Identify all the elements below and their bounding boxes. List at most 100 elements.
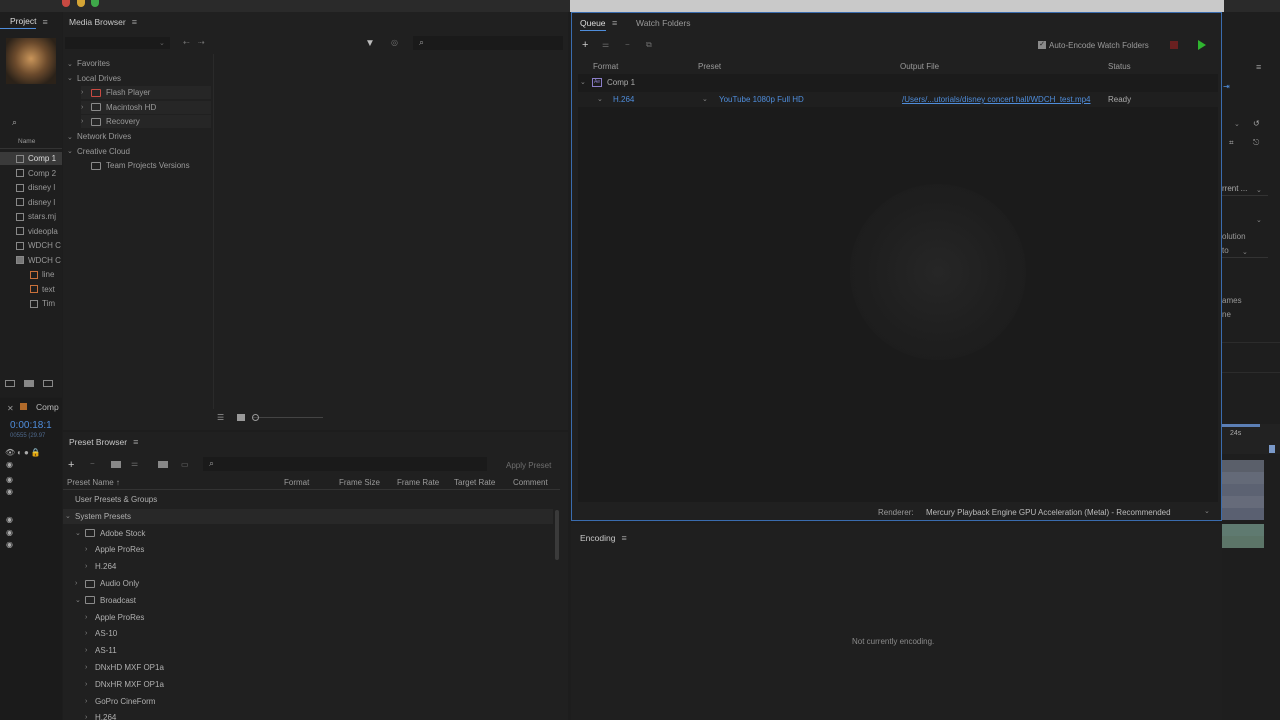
media-search-input[interactable] — [413, 36, 563, 50]
chevron-down-icon[interactable]: ⌄ — [580, 78, 590, 86]
visibility-icon[interactable]: ◉ — [6, 528, 13, 537]
preset-item[interactable]: User Presets & Groups — [63, 492, 553, 507]
chevron-right-icon[interactable]: › — [85, 546, 95, 553]
tree-item[interactable]: ⌄ Local Drives — [67, 72, 212, 85]
project-item[interactable]: text — [30, 285, 55, 294]
preset-item[interactable]: › Audio Only — [63, 576, 553, 591]
preset-link[interactable]: YouTube 1080p Full HD — [719, 95, 804, 104]
stop-queue-icon[interactable] — [1170, 41, 1178, 49]
chevron-down-icon[interactable]: ⌄ — [67, 147, 77, 155]
menu-icon[interactable]: ≡ — [132, 17, 137, 27]
column-preset-name[interactable]: Preset Name ↑ — [67, 478, 120, 487]
preset-item[interactable]: › Apple ProRes — [63, 542, 553, 557]
visibility-icon[interactable]: ◉ — [6, 475, 13, 484]
output-file-link[interactable]: /Users/...utorials/disney concert hall/W… — [902, 95, 1091, 104]
search-icon[interactable]: ⌕ — [209, 458, 214, 469]
minimize-window-icon[interactable] — [77, 0, 85, 7]
visibility-icon[interactable]: ◉ — [6, 540, 13, 549]
tree-item[interactable]: › Flash Player — [81, 86, 211, 100]
filter-icon[interactable]: ▼ — [365, 38, 375, 49]
preset-item[interactable]: › H.264 — [63, 710, 553, 720]
timeline-tab[interactable]: Comp — [36, 402, 59, 412]
preset-item[interactable]: › DNxHD MXF OP1a — [63, 660, 553, 675]
chevron-right-icon[interactable]: › — [85, 563, 95, 570]
chevron-down-icon[interactable]: ⌄ — [65, 512, 75, 520]
project-item[interactable]: WDCH C — [16, 256, 61, 265]
folder-icon[interactable] — [24, 380, 34, 387]
project-item[interactable]: Comp 1 — [16, 154, 56, 163]
menu-icon[interactable]: ≡ — [42, 17, 47, 27]
visibility-icon[interactable]: ◉ — [6, 515, 13, 524]
chevron-down-icon[interactable]: ⌄ — [67, 74, 77, 82]
chevron-right-icon[interactable]: › — [85, 664, 95, 671]
reset-icon[interactable]: ↺ — [1253, 119, 1260, 128]
chevron-down-icon[interactable]: ⌄ — [1242, 248, 1248, 256]
visibility-icon[interactable]: ◉ — [6, 460, 13, 469]
tree-item[interactable]: ⌄ Favorites — [67, 57, 212, 70]
chevron-down-icon[interactable]: ⌄ — [75, 529, 85, 537]
preset-item[interactable]: ⌄ Adobe Stock — [63, 526, 553, 541]
preset-item[interactable]: › AS-11 — [63, 643, 553, 658]
menu-icon[interactable]: ≡ — [1256, 62, 1261, 72]
tab-watch-folders[interactable]: Watch Folders — [636, 18, 690, 28]
column-format[interactable]: Format — [284, 478, 309, 487]
chevron-down-icon[interactable]: ⌄ — [75, 596, 85, 604]
search-icon[interactable]: ⌕ — [419, 37, 424, 48]
chevron-right-icon[interactable]: › — [85, 698, 95, 705]
back-icon[interactable]: ⇠ — [183, 38, 190, 47]
export-icon[interactable]: ▭ — [181, 460, 189, 469]
project-item[interactable]: stars.mj — [16, 212, 56, 221]
column-comment[interactable]: Comment — [513, 478, 548, 487]
menu-icon[interactable]: ≡ — [133, 437, 138, 447]
tree-item[interactable]: ⌄ Creative Cloud — [67, 145, 212, 158]
settings-icon[interactable]: ⚌ — [602, 40, 609, 49]
project-item[interactable]: Tim — [30, 299, 55, 308]
menu-icon[interactable]: ≡ — [621, 533, 626, 543]
chevron-right-icon[interactable]: › — [85, 630, 95, 637]
project-item[interactable]: disney l — [16, 198, 55, 207]
project-item[interactable]: Comp 2 — [16, 169, 56, 178]
list-view-icon[interactable] — [5, 380, 15, 387]
group-icon[interactable] — [111, 461, 121, 468]
preset-item[interactable]: ⌄ Broadcast — [63, 593, 553, 608]
chevron-down-icon[interactable]: ⌄ — [597, 95, 603, 103]
project-item[interactable]: WDCH C — [16, 241, 61, 250]
project-item[interactable]: videopla — [16, 227, 58, 236]
export-icon[interactable]: ⎋ — [1253, 138, 1259, 148]
chevron-down-icon[interactable]: ⌄ — [67, 133, 77, 141]
column-preset[interactable]: Preset — [698, 62, 721, 71]
chevron-right-icon[interactable]: › — [75, 580, 85, 587]
crop-icon[interactable]: ⌗ — [1229, 138, 1234, 148]
column-frame-size[interactable]: Frame Size — [339, 478, 380, 487]
project-item[interactable]: line — [30, 270, 54, 279]
chevron-down-icon[interactable]: ⌄ — [702, 95, 708, 103]
column-frame-rate[interactable]: Frame Rate — [397, 478, 439, 487]
preset-search-input[interactable] — [203, 457, 487, 471]
duplicate-icon[interactable]: ⧉ — [646, 40, 652, 50]
column-output-file[interactable]: Output File — [900, 62, 939, 71]
tree-item[interactable]: › Recovery — [81, 115, 211, 129]
column-format[interactable]: Format — [593, 62, 618, 71]
queue-output-row[interactable]: ⌄ H.264 ⌄ YouTube 1080p Full HD /Users/.… — [578, 92, 1218, 107]
view-icon[interactable]: ◎ — [391, 38, 398, 47]
auto-encode-checkbox[interactable]: ✓ — [1038, 41, 1046, 49]
chevron-down-icon[interactable]: ⌄ — [159, 39, 165, 47]
preset-item[interactable]: › Apple ProRes — [63, 610, 553, 625]
apply-preset-button[interactable]: Apply Preset — [506, 461, 551, 470]
location-dropdown[interactable] — [65, 37, 170, 49]
new-item-icon[interactable] — [43, 380, 53, 387]
chevron-right-icon[interactable]: › — [85, 681, 95, 688]
chevron-right-icon[interactable]: › — [85, 714, 95, 720]
work-area-bar[interactable] — [1222, 424, 1260, 427]
chevron-right-icon[interactable]: › — [85, 647, 95, 654]
settings-icon[interactable]: ⚌ — [131, 459, 138, 468]
scrollbar[interactable] — [555, 510, 559, 560]
project-item[interactable]: disney l — [16, 183, 55, 192]
zoom-window-icon[interactable] — [91, 0, 99, 7]
preset-item[interactable]: › H.264 — [63, 559, 553, 574]
column-target-rate[interactable]: Target Rate — [454, 478, 495, 487]
chevron-down-icon[interactable]: ⌄ — [67, 60, 77, 68]
list-view-icon[interactable]: ☰ — [217, 413, 224, 422]
add-source-icon[interactable]: + — [582, 39, 588, 51]
preset-item[interactable]: ⌄ System Presets — [63, 508, 553, 524]
